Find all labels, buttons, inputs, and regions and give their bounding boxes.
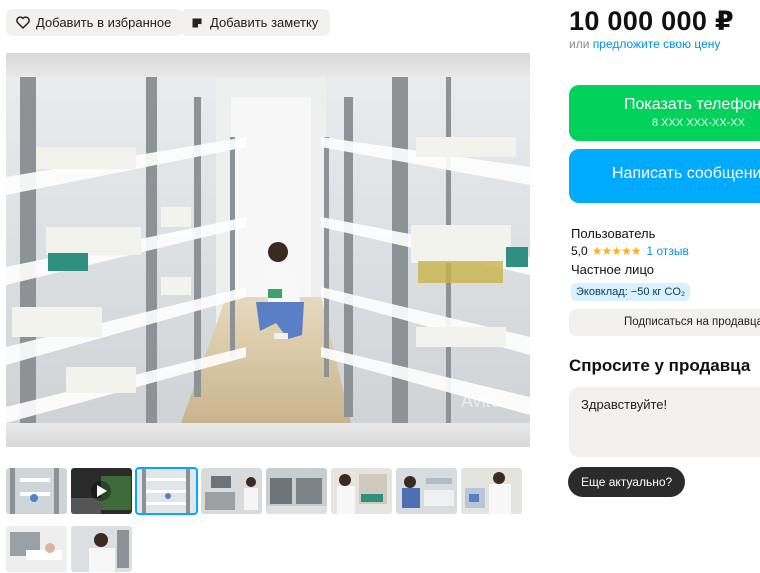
thumbnail-3-active[interactable] bbox=[135, 467, 198, 515]
thumbnail-7[interactable] bbox=[396, 468, 457, 514]
thumbnail-4[interactable] bbox=[201, 468, 262, 514]
phone-mask: 8 XXX XXX-XX-XX bbox=[652, 117, 745, 129]
ask-seller-title: Спросите у продавца bbox=[569, 356, 751, 375]
thumbnail-8[interactable] bbox=[461, 468, 522, 514]
main-photo-gallery[interactable]: Avito bbox=[6, 53, 530, 447]
message-input[interactable] bbox=[569, 387, 760, 457]
make-offer-link[interactable]: предложите свою цену bbox=[593, 37, 721, 51]
thumbnail-6[interactable] bbox=[331, 468, 392, 514]
reviews-link[interactable]: 1 отзыв bbox=[646, 244, 688, 258]
seller-name[interactable]: Пользователь bbox=[571, 226, 655, 241]
rating-stars-icon: ★★★★★ bbox=[591, 244, 642, 258]
offer-line: или предложите свою цену bbox=[569, 37, 720, 51]
subscribe-button[interactable]: Подписаться на продавца bbox=[569, 309, 760, 336]
quick-reply-chip[interactable]: Еще актуально? bbox=[568, 467, 686, 497]
show-phone-button[interactable]: Показать телефон 8 XXX XXX-XX-XX bbox=[569, 85, 760, 141]
main-photo-lab-shelves: Avito bbox=[6, 77, 530, 423]
add-note-button[interactable]: Добавить заметку bbox=[180, 9, 331, 36]
show-phone-label: Показать телефон bbox=[624, 96, 760, 113]
heart-icon bbox=[16, 16, 30, 30]
add-to-favorites-button[interactable]: Добавить в избранное bbox=[6, 9, 184, 36]
seller-rating: 5,0 ★★★★★ 1 отзыв bbox=[571, 244, 689, 258]
write-message-label: Написать сообщение bbox=[612, 165, 760, 182]
offer-prefix: или bbox=[569, 37, 590, 51]
price: 10 000 000 ₽ bbox=[569, 6, 735, 36]
photo-blur-bottom bbox=[6, 423, 530, 447]
eco-badge[interactable]: Эковклад: −50 кг CO₂ bbox=[571, 283, 691, 301]
write-message-button[interactable]: Написать сообщение bbox=[569, 149, 760, 203]
seller-type: Частное лицо bbox=[571, 262, 654, 277]
thumbnail-9[interactable] bbox=[6, 526, 67, 572]
thumbnail-1[interactable] bbox=[6, 468, 67, 514]
photo-blur-top bbox=[6, 53, 530, 77]
thumbnail-2-video[interactable] bbox=[71, 468, 132, 514]
note-icon bbox=[190, 16, 204, 30]
photo-watermark: Avito bbox=[461, 391, 501, 411]
add-note-label: Добавить заметку bbox=[210, 15, 319, 30]
thumbnail-10[interactable] bbox=[71, 526, 132, 572]
rating-score: 5,0 bbox=[571, 244, 588, 258]
thumbnail-5[interactable] bbox=[266, 468, 327, 514]
add-to-favorites-label: Добавить в избранное bbox=[36, 15, 172, 30]
